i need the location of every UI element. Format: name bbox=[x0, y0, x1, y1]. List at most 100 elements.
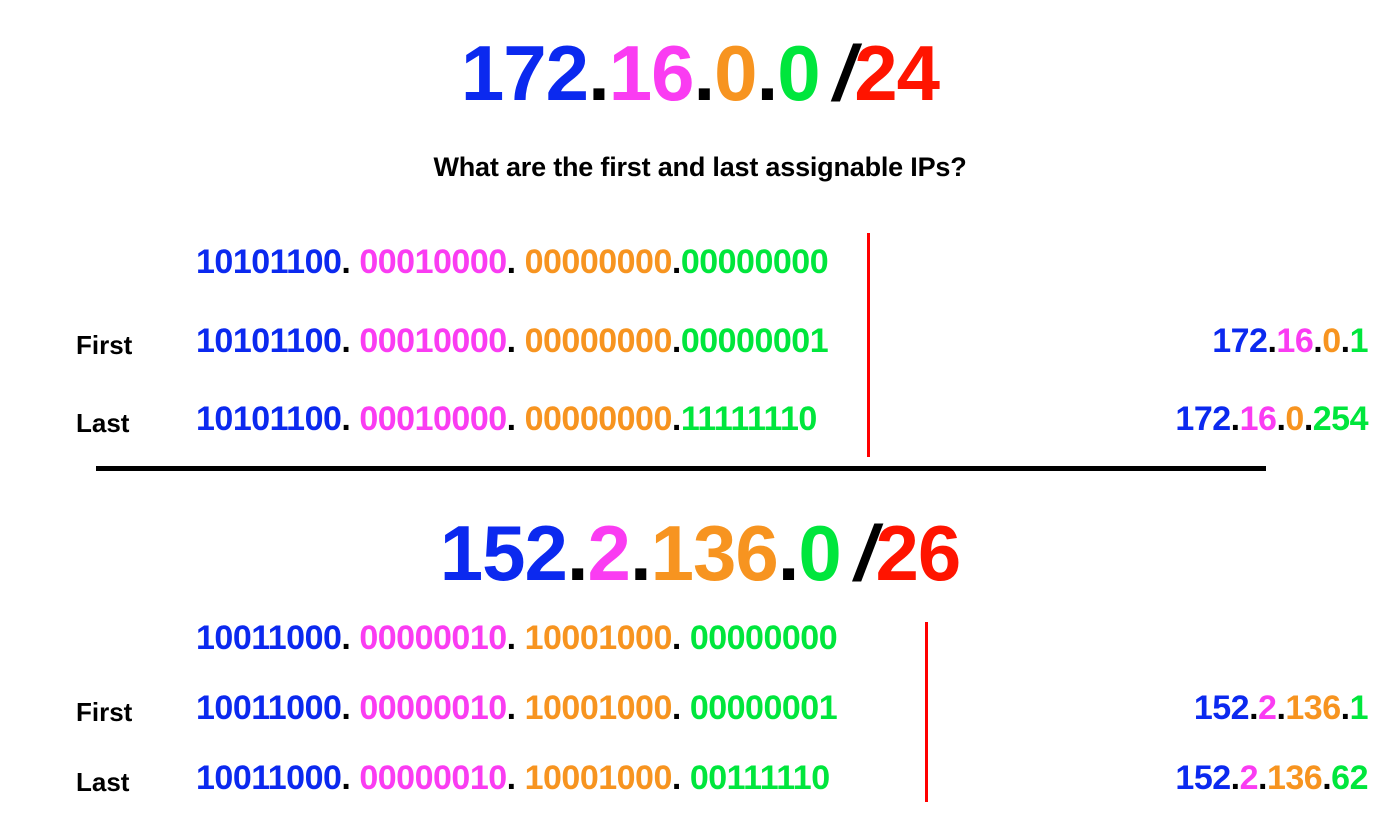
cidr-slash: / bbox=[833, 29, 856, 117]
binary-dot: . bbox=[506, 322, 516, 360]
ip-octet-3: 136 bbox=[1285, 689, 1341, 727]
cidr-dot: . bbox=[693, 29, 716, 117]
cidr-octet-2: 16 bbox=[608, 29, 695, 117]
binary-dot: . bbox=[671, 400, 681, 438]
binary-dot: . bbox=[341, 400, 351, 438]
binary-octet-1: 10011000 bbox=[196, 689, 342, 727]
table-row: First 10101100. 00010000. 00000000.0000000… bbox=[0, 322, 1400, 372]
cidr-dot: . bbox=[629, 509, 652, 597]
ip-dot: . bbox=[1313, 322, 1323, 360]
cidr-octet-3: 0 bbox=[714, 29, 757, 117]
ip-dot: . bbox=[1249, 689, 1259, 727]
binary-dot: . bbox=[341, 689, 351, 727]
binary-octet-1: 10101100 bbox=[196, 322, 342, 360]
ip-octet-1: 152 bbox=[1175, 759, 1231, 797]
binary-dot: . bbox=[671, 759, 681, 797]
binary-dot: . bbox=[341, 322, 351, 360]
cidr-dot: . bbox=[566, 509, 589, 597]
ip-octet-4: 1 bbox=[1349, 689, 1369, 727]
ip-octet-3: 0 bbox=[1285, 400, 1304, 438]
cidr-octet-4: 0 bbox=[798, 509, 841, 597]
decimal-ip-result: 152.2.136.62 bbox=[1175, 759, 1368, 798]
cidr-slash: / bbox=[854, 509, 877, 597]
row-label-first: First bbox=[76, 330, 133, 360]
binary-octet-4: 11111110 bbox=[680, 400, 818, 438]
table-row: 10011000. 00000010. 10001000. 00000000 bbox=[0, 619, 1400, 669]
binary-octet-3: 10001000 bbox=[524, 689, 673, 727]
ip-octet-4: 62 bbox=[1331, 759, 1368, 797]
binary-octet-1: 10011000 bbox=[196, 619, 342, 657]
binary-octet-3: 00000000 bbox=[524, 243, 673, 281]
binary-dot: . bbox=[341, 619, 351, 657]
ip-octet-2: 2 bbox=[1239, 759, 1259, 797]
ip-dot: . bbox=[1230, 400, 1240, 438]
cidr-octet-4: 0 bbox=[777, 29, 820, 117]
decimal-ip-result: 152.2.136.1 bbox=[1193, 689, 1369, 728]
ip-dot: . bbox=[1258, 759, 1267, 797]
cidr-octet-1: 152 bbox=[439, 509, 568, 597]
binary-dot: . bbox=[506, 689, 516, 727]
binary-dot: . bbox=[506, 759, 516, 797]
infographic-page: 172.16.0.0/24 What are the first and las… bbox=[0, 0, 1400, 817]
table-row: Last 10011000. 00000010. 10001000. 00111110… bbox=[0, 759, 1400, 809]
cidr-title-block-1: 172.16.0.0/24 bbox=[0, 28, 1400, 119]
binary-octet-2: 00000010 bbox=[359, 619, 507, 657]
page-subtitle: What are the first and last assignable I… bbox=[433, 152, 967, 182]
ip-octet-4: 1 bbox=[1349, 322, 1369, 360]
binary-address: 10101100. 00010000. 00000000.11111110 bbox=[196, 400, 817, 439]
binary-address: 10101100. 00010000. 00000000.00000001 bbox=[196, 322, 829, 361]
table-row: First 10011000. 00000010. 10001000. 0000000… bbox=[0, 689, 1400, 739]
binary-address: 10011000. 00000010. 10001000. 00111110 bbox=[196, 759, 830, 798]
row-label-last: Last bbox=[76, 767, 130, 797]
cidr-prefix-length: 24 bbox=[854, 29, 940, 117]
cidr-dot: . bbox=[756, 29, 779, 117]
ip-octet-1: 172 bbox=[1175, 400, 1231, 438]
binary-dot: . bbox=[671, 322, 681, 360]
binary-octet-4: 00000001 bbox=[680, 322, 829, 360]
binary-octet-3: 00000000 bbox=[524, 322, 673, 360]
ip-dot: . bbox=[1303, 400, 1313, 438]
binary-octet-2: 00000010 bbox=[359, 689, 507, 727]
ip-octet-3: 136 bbox=[1266, 759, 1323, 797]
ip-octet-3: 0 bbox=[1322, 322, 1341, 360]
binary-octet-4: 00000001 bbox=[689, 689, 838, 727]
ip-octet-4: 254 bbox=[1312, 400, 1369, 438]
binary-address: 10101100. 00010000. 00000000.00000000 bbox=[196, 243, 829, 282]
table-row: 10101100. 00010000. 00000000.00000000 bbox=[0, 243, 1400, 293]
binary-dot: . bbox=[341, 243, 351, 281]
binary-octet-2: 00010000 bbox=[359, 400, 507, 438]
binary-octet-4: 00000000 bbox=[680, 243, 829, 281]
binary-octet-1: 10011000 bbox=[196, 759, 342, 797]
ip-dot: . bbox=[1340, 322, 1350, 360]
binary-dot: . bbox=[506, 400, 516, 438]
binary-octet-2: 00010000 bbox=[359, 243, 507, 281]
ip-octet-2: 2 bbox=[1258, 689, 1277, 727]
row-label-first: First bbox=[76, 697, 133, 727]
decimal-ip-result: 172.16.0.254 bbox=[1175, 400, 1368, 439]
binary-address: 10011000. 00000010. 10001000. 00000001 bbox=[196, 689, 838, 728]
decimal-ip-result: 172.16.0.1 bbox=[1212, 322, 1368, 361]
cidr-prefix-length: 26 bbox=[875, 509, 961, 597]
ip-octet-2: 16 bbox=[1276, 322, 1314, 360]
cidr-octet-1: 172 bbox=[460, 29, 589, 117]
binary-octet-3: 00000000 bbox=[524, 400, 673, 438]
binary-address: 10011000. 00000010. 10001000. 00000000 bbox=[196, 619, 838, 658]
binary-octet-2: 00010000 bbox=[359, 322, 507, 360]
binary-octet-3: 10001000 bbox=[524, 759, 673, 797]
binary-dot: . bbox=[671, 243, 681, 281]
section-divider bbox=[96, 466, 1266, 471]
binary-dot: . bbox=[506, 619, 516, 657]
binary-octet-1: 10101100 bbox=[196, 400, 342, 438]
binary-octet-4: 00111110 bbox=[689, 759, 830, 797]
binary-dot: . bbox=[341, 759, 351, 797]
ip-octet-2: 16 bbox=[1239, 400, 1277, 438]
ip-dot: . bbox=[1340, 689, 1350, 727]
row-label-last: Last bbox=[76, 408, 130, 438]
ip-dot: . bbox=[1322, 759, 1332, 797]
cidr-octet-2: 2 bbox=[587, 509, 631, 597]
cidr-dot: . bbox=[777, 509, 800, 597]
binary-dot: . bbox=[671, 689, 681, 727]
table-row: Last 10101100. 00010000. 00000000.11111110… bbox=[0, 400, 1400, 450]
ip-dot: . bbox=[1230, 759, 1240, 797]
ip-octet-1: 152 bbox=[1193, 689, 1250, 727]
